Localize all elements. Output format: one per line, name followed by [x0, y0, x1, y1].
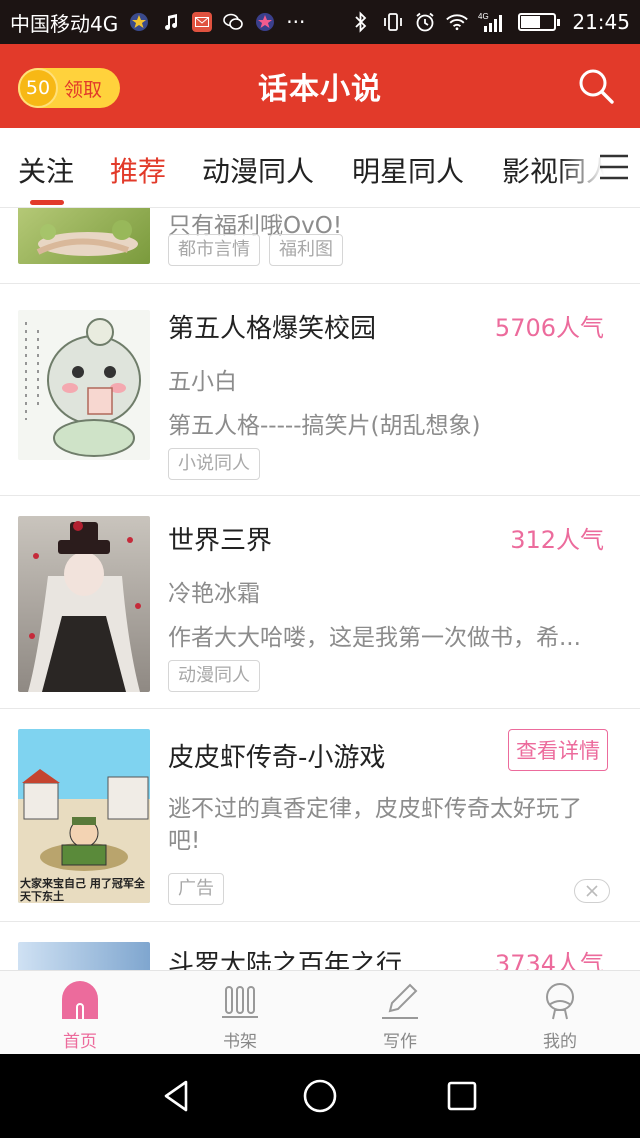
- genre-tag[interactable]: 小说同人: [168, 448, 260, 480]
- bottom-navigation: 首页 书架 写作 我的: [0, 970, 640, 1054]
- pink-star-icon: [254, 11, 276, 33]
- genre-tag[interactable]: 动漫同人: [168, 660, 260, 692]
- list-item[interactable]: 世界三界 312人气 冷艳冰霜 作者大大哈喽，这是我第一次做书，希... 动漫同…: [0, 496, 640, 709]
- vibrate-icon: [382, 11, 404, 33]
- genre-tag[interactable]: 福利图: [269, 234, 343, 266]
- story-title[interactable]: 第五人格爆笑校园: [168, 308, 376, 345]
- close-icon: [586, 885, 598, 897]
- profile-icon: [546, 983, 574, 1020]
- status-bar: 中国移动4G ··· 4G 21:45: [0, 0, 640, 44]
- nav-write[interactable]: 写作: [320, 971, 480, 1054]
- cover-image: [18, 208, 150, 264]
- nav-home[interactable]: 首页: [0, 971, 160, 1054]
- ad-image-caption: 大家来宝自己 用了冠军全天下东土: [20, 877, 145, 903]
- home-icon: [62, 981, 98, 1019]
- claim-coins-button[interactable]: 50 领取: [18, 68, 120, 108]
- back-icon: [164, 1080, 188, 1112]
- recents-button[interactable]: [440, 1074, 484, 1118]
- list-item[interactable]: 斗罗大陆之百年之行 3734人气: [0, 922, 640, 970]
- app-header: 50 领取 话本小说: [0, 44, 640, 128]
- close-ad-button[interactable]: [574, 879, 610, 903]
- wifi-icon: [446, 11, 469, 33]
- popularity-count: 5706人气: [494, 314, 604, 342]
- list-item[interactable]: 只有福利哦OvO! 都市言情 福利图: [0, 208, 640, 284]
- ad-tag: 广告: [168, 873, 224, 905]
- list-item[interactable]: 第五人格爆笑校园 5706人气 五小白 第五人格-----搞笑片(胡乱想象) 小…: [0, 284, 640, 496]
- search-icon: [579, 69, 614, 104]
- chat-app-icon: [222, 11, 244, 33]
- music-icon: [160, 11, 182, 33]
- story-description: 第五人格-----搞笑片(胡乱想象): [168, 413, 481, 439]
- carrier-label: 中国移动4G: [10, 11, 119, 36]
- clock-label: 21:45: [572, 10, 630, 34]
- popularity-count: 3734人气: [494, 950, 604, 970]
- battery-icon: [518, 13, 561, 31]
- genre-tag[interactable]: 都市言情: [168, 234, 260, 266]
- search-button[interactable]: [576, 66, 616, 106]
- author-name[interactable]: 五小白: [168, 362, 237, 396]
- bookshelf-icon: [222, 986, 258, 1018]
- page-title: 话本小说: [258, 72, 382, 107]
- claim-label: 领取: [64, 78, 103, 101]
- nav-write-label: 写作: [383, 1032, 417, 1052]
- pencil-icon: [382, 983, 418, 1019]
- battery-fill: [521, 16, 541, 28]
- ad-item[interactable]: 大家来宝自己 用了冠军全天下东土 皮皮虾传奇-小游戏 查看详情 逃不过的真香定律…: [0, 709, 640, 922]
- tab-anime-fanfic[interactable]: 动漫同人: [202, 150, 314, 190]
- nav-profile[interactable]: 我的: [480, 971, 640, 1054]
- signal-icon: 4G: [478, 11, 508, 33]
- nav-profile-label: 我的: [543, 1032, 577, 1052]
- coin-icon: 50: [18, 68, 58, 108]
- back-button[interactable]: [156, 1074, 200, 1118]
- system-navigation-bar: [0, 1054, 640, 1138]
- menu-icon: [600, 154, 628, 180]
- ad-description: 逃不过的真香定律，皮皮虾传奇太好玩了吧!: [168, 796, 582, 854]
- story-title[interactable]: 世界三界: [168, 520, 272, 557]
- circle-home-icon: [303, 1079, 337, 1113]
- story-feed: 只有福利哦OvO! 都市言情 福利图 第五人格爆笑校园 5706人气 五小白 第…: [0, 208, 640, 970]
- active-tab-indicator: [30, 200, 64, 205]
- cover-image: [18, 516, 150, 692]
- nav-home-label: 首页: [63, 1032, 97, 1052]
- cover-image: [18, 310, 150, 460]
- more-notifications: ···: [286, 10, 306, 34]
- tab-recommend[interactable]: 推荐: [110, 150, 166, 190]
- alarm-icon: [414, 11, 436, 33]
- popularity-count: 312人气: [510, 526, 604, 554]
- category-menu-button[interactable]: [598, 152, 630, 182]
- square-recents-icon: [447, 1081, 477, 1111]
- tab-star-fanfic[interactable]: 明星同人: [352, 150, 464, 190]
- cover-image: [18, 942, 150, 970]
- ad-image: 大家来宝自己 用了冠军全天下东土: [18, 729, 150, 903]
- nav-bookshelf-label: 书架: [223, 1032, 257, 1052]
- home-system-button[interactable]: [298, 1074, 342, 1118]
- tab-follow[interactable]: 关注: [18, 150, 74, 190]
- network-type-label: 4G: [478, 12, 489, 21]
- view-details-button[interactable]: 查看详情: [508, 729, 608, 771]
- mail-app-icon: [192, 12, 213, 32]
- story-title[interactable]: 斗罗大陆之百年之行: [168, 944, 402, 970]
- story-description: 作者大大哈喽，这是我第一次做书，希...: [168, 625, 581, 651]
- star-badge-icon: [128, 11, 150, 33]
- bluetooth-icon: [350, 11, 372, 33]
- ad-title[interactable]: 皮皮虾传奇-小游戏: [168, 737, 385, 774]
- author-name[interactable]: 冷艳冰霜: [168, 574, 260, 608]
- nav-bookshelf[interactable]: 书架: [160, 971, 320, 1054]
- category-tabs: 关注 推荐 动漫同人 明星同人 影视同人: [0, 128, 640, 208]
